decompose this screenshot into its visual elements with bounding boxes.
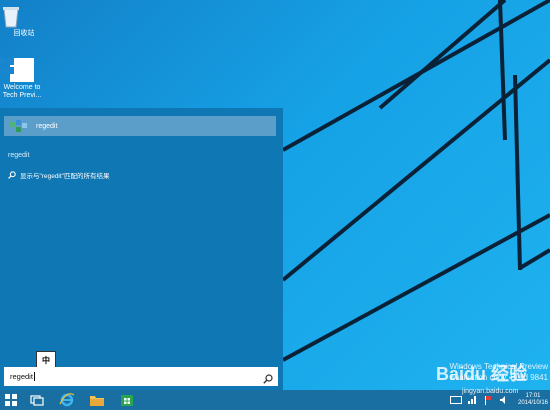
keyboard-icon[interactable] <box>450 394 462 406</box>
start-button[interactable] <box>0 390 22 410</box>
regedit-icon <box>9 118 29 134</box>
top-result-label: regedit <box>36 122 58 130</box>
volume-icon[interactable] <box>498 394 510 406</box>
search-icon[interactable] <box>263 371 273 389</box>
taskbar-clock[interactable]: 17:01 2014/10/16 <box>516 393 550 407</box>
store-button[interactable] <box>112 390 142 410</box>
internet-explorer-button[interactable] <box>52 390 82 410</box>
folder-icon <box>90 396 104 406</box>
clock-time: 17:01 <box>525 393 541 399</box>
recycle-bin-icon <box>3 4 35 28</box>
store-icon <box>121 395 133 406</box>
start-search-panel: regedit regedit 显示与"regedit"匹配的所有结果 <box>0 108 283 390</box>
task-view-button[interactable] <box>22 390 52 410</box>
clock-date: 2014/10/16 <box>517 400 549 406</box>
section-header: regedit <box>8 152 30 159</box>
welcome-shortcut[interactable]: Welcome to Tech Previ... <box>0 58 46 100</box>
text-caret <box>33 372 35 381</box>
network-icon[interactable] <box>466 394 478 406</box>
action-center-flag-icon[interactable] <box>482 394 494 406</box>
web-search-label: 显示与"regedit"匹配的所有结果 <box>20 173 110 180</box>
windows-logo-icon <box>5 394 17 406</box>
windows-logo-icon <box>0 58 34 82</box>
task-view-icon <box>30 395 44 406</box>
recycle-bin-label: 回收站 <box>13 30 35 37</box>
file-explorer-button[interactable] <box>82 390 112 410</box>
search-icon <box>8 166 16 184</box>
welcome-label: Welcome to Tech Previ... <box>2 84 42 99</box>
baidu-jingyan-domain: jingyan.baidu.com <box>462 388 519 395</box>
recycle-bin-shortcut[interactable]: 回收站 <box>0 4 48 38</box>
baidu-jingyan-logo: Baidu 经验 <box>436 364 528 384</box>
ie-icon <box>59 393 75 407</box>
web-search-result[interactable]: 显示与"regedit"匹配的所有结果 <box>8 166 110 184</box>
search-input[interactable]: regedit <box>4 367 278 386</box>
top-result-regedit[interactable]: regedit <box>4 116 276 136</box>
search-query: regedit <box>10 372 33 381</box>
